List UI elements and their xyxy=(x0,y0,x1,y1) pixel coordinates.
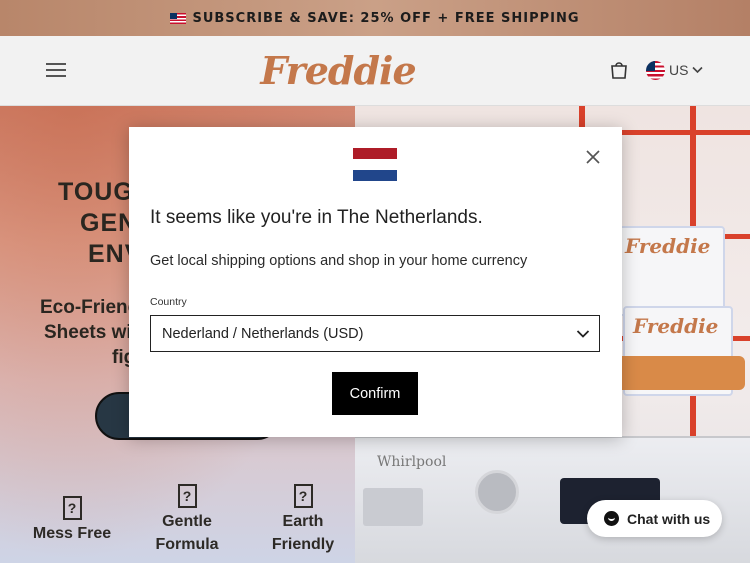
modal-subtitle: Get local shipping options and shop in y… xyxy=(150,253,528,269)
modal-overlay: It seems like you're in The Netherlands.… xyxy=(0,0,750,563)
country-select[interactable]: Nederland / Netherlands (USD) xyxy=(150,315,600,352)
flag-stripe-red xyxy=(353,148,397,159)
chat-label: Chat with us xyxy=(627,510,711,527)
flag-stripe-white xyxy=(353,159,397,170)
netherlands-flag-icon xyxy=(353,148,397,181)
country-modal: It seems like you're in The Netherlands.… xyxy=(129,127,622,437)
chat-icon xyxy=(604,511,619,526)
chat-widget-button[interactable]: Chat with us xyxy=(587,500,722,537)
country-selected-value: Nederland / Netherlands (USD) xyxy=(162,325,364,342)
country-label: Country xyxy=(150,296,187,308)
modal-title: It seems like you're in The Netherlands. xyxy=(150,207,483,228)
flag-stripe-blue xyxy=(353,170,397,181)
close-icon[interactable] xyxy=(583,147,603,167)
chevron-down-icon xyxy=(576,330,590,338)
confirm-button[interactable]: Confirm xyxy=(332,372,418,415)
